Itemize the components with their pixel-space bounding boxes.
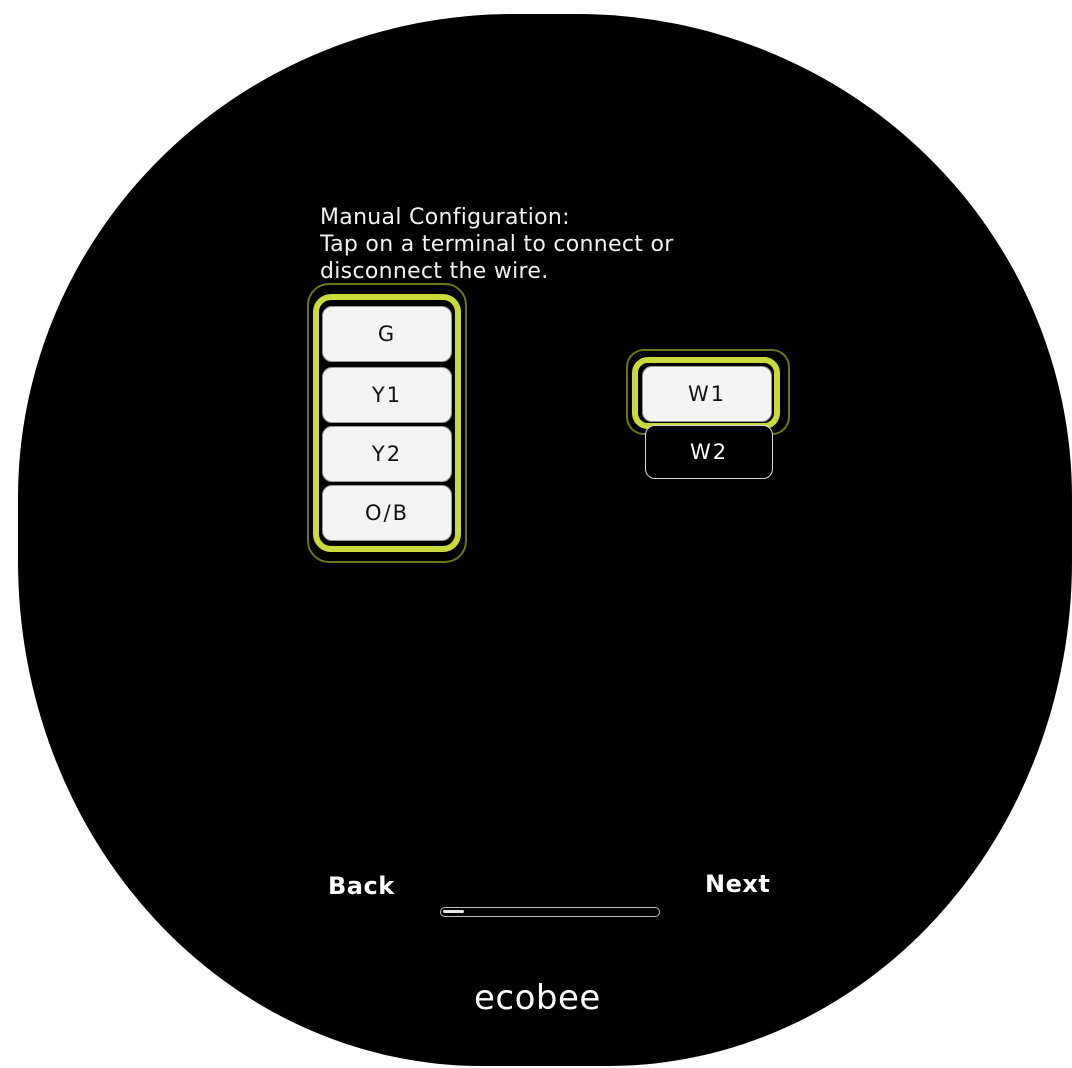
terminal-w2-button[interactable]: W2 [645, 425, 773, 479]
instructions-line-2: disconnect the wire. [320, 259, 549, 284]
terminal-y2-button[interactable]: Y2 [322, 426, 452, 482]
setup-progress-fill [443, 910, 464, 913]
terminal-g-button[interactable]: G [322, 306, 452, 362]
instructions-text: Manual Configuration: Tap on a terminal … [320, 204, 740, 290]
instructions-line-1: Tap on a terminal to connect or [320, 232, 674, 257]
instructions-title: Manual Configuration: [320, 205, 570, 230]
terminal-y1-button[interactable]: Y1 [322, 367, 452, 423]
terminal-w1-button[interactable]: W1 [642, 366, 772, 422]
ecobee-logo: ecobee [474, 978, 601, 1018]
next-button[interactable]: Next [705, 870, 770, 898]
terminal-ob-button[interactable]: O/B [322, 485, 452, 541]
setup-progress-bar [440, 907, 660, 917]
back-button[interactable]: Back [328, 872, 395, 900]
